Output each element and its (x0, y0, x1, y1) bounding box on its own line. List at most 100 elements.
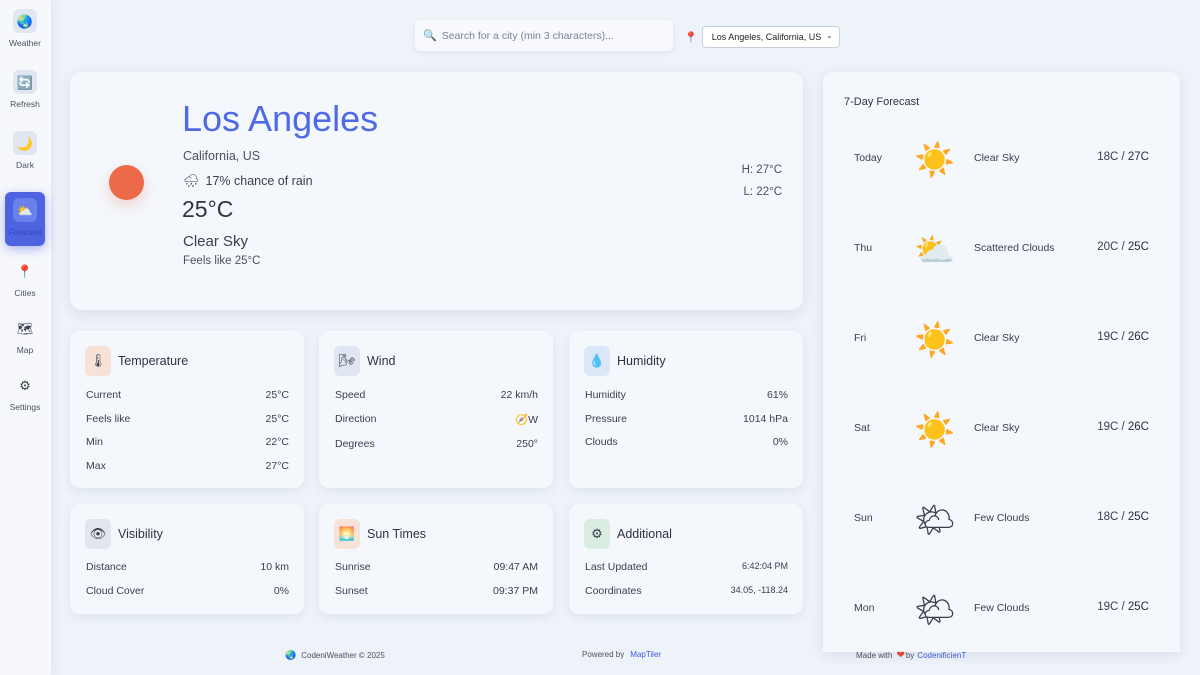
map-icon: 🗺 (16, 320, 34, 336)
search-icon: 🔍 (423, 30, 437, 42)
moon-icon: 🌙 (13, 131, 37, 155)
forecast-row[interactable]: Sat ☀️ Clear Sky 19C / 26C (823, 406, 1180, 454)
forecast-low: 18C (1097, 511, 1119, 523)
sun-cloud-icon: 🌤 (914, 501, 956, 538)
region: California, US (183, 149, 261, 163)
stat-value: 6:42:04 PM (741, 561, 788, 571)
forecast-row[interactable]: Today ☀️ Clear Sky 18C / 27C (823, 136, 1180, 184)
sidebar-item-forecast[interactable]: ⛅ Forecast (5, 192, 45, 246)
sun-cloud-icon: 🌤 (914, 591, 956, 628)
stat-value: 27°C (265, 460, 289, 472)
low-temperature: L: 22°C (743, 186, 782, 198)
stat-value: 34.05, -118.24 (730, 585, 788, 595)
stat-label: Last Updated (585, 561, 648, 573)
stat-label: Cloud Cover (86, 585, 145, 597)
forecast-condition: Few Clouds (974, 512, 1030, 524)
sidebar-item-label: Forecast (8, 227, 42, 237)
sidebar-item-refresh[interactable]: 🔄 Refresh (5, 64, 45, 120)
forecast-condition: Scattered Clouds (974, 242, 1055, 254)
sidebar-item-label: Weather (9, 38, 41, 48)
feels-like: Feels like 25°C (183, 255, 261, 267)
stat-row: Sunset 09:37 PM (335, 585, 538, 597)
search-input[interactable] (441, 29, 662, 42)
stat-label: Sunset (335, 585, 368, 597)
gear-icon: ⚙ (584, 519, 610, 549)
forecast-condition: Clear Sky (974, 332, 1020, 344)
forecast-temps: 19C / 26C (1097, 331, 1149, 343)
sidebar-item-label: Cities (14, 288, 36, 298)
maptiler-link[interactable]: MapTiler (630, 650, 661, 659)
stat-value: 61% (766, 389, 788, 401)
globe-icon: 🌏 (285, 650, 297, 660)
card-title: Wind (367, 354, 396, 368)
stat-label: Coordinates (585, 585, 642, 597)
city-name: Los Angeles (182, 98, 379, 139)
forecast-day: Fri (854, 332, 867, 344)
stat-value: 10 km (260, 561, 289, 573)
globe-icon: 🌏 (13, 9, 37, 33)
refresh-icon: 🔄 (13, 70, 37, 94)
stat-row: Degrees 250° (335, 438, 538, 450)
forecast-temps: 20C / 25C (1097, 241, 1149, 253)
location-picker: 📍 Los Angeles, California, US ⌄ (684, 26, 840, 48)
card-title: Humidity (617, 354, 666, 368)
wind-card: 🌬 Wind Speed 22 km/h Direction 🧭W Degrees 2… (319, 331, 553, 488)
author-link[interactable]: CodenificienT (917, 651, 966, 660)
stat-row: Cloud Cover 0% (86, 585, 289, 597)
sidebar-item-dark[interactable]: 🌙 Dark (5, 125, 45, 181)
forecast-day: Thu (854, 242, 873, 254)
stat-value: 09:37 PM (493, 585, 538, 597)
sidebar-item-label: Settings (9, 402, 41, 412)
forecast-row[interactable]: Mon 🌤 Few Clouds 19C / 25C (823, 586, 1180, 634)
stat-value: 09:47 AM (493, 561, 538, 573)
stat-row: Direction 🧭W (335, 413, 538, 426)
forecast-high: 25C (1127, 601, 1149, 613)
sunrise-icon: 🌅 (334, 519, 360, 549)
card-title: Temperature (118, 354, 189, 368)
humidity-card: 💧 Humidity Humidity 61% Pressure 1014 hPa … (569, 331, 803, 488)
stat-row: Coordinates 34.05, -118.24 (585, 585, 788, 597)
high-temperature: H: 27°C (741, 164, 782, 176)
forecast-row[interactable]: Sun 🌤 Few Clouds 18C / 25C (823, 496, 1180, 544)
forecast-high: 26C (1127, 421, 1149, 433)
forecast-condition: Few Clouds (974, 602, 1030, 614)
forecast-temps: 18C / 27C (1097, 151, 1149, 163)
sidebar-item-label: Map (16, 345, 34, 355)
sidebar-item-map[interactable]: 🗺 Map (5, 310, 45, 366)
forecast-title: 7-Day Forecast (844, 96, 920, 108)
forecast-low: 18C (1097, 151, 1119, 163)
rain-cloud-icon: 🌧 (183, 173, 200, 188)
footer-copyright: CodeniWeather © 2025 (301, 651, 385, 660)
sidebar: 🌏 Weather 🔄 Refresh 🌙 Dark ⛅ Forecast 📍 … (0, 0, 51, 675)
stat-row: Pressure 1014 hPa (585, 413, 788, 425)
card-title: Sun Times (367, 527, 427, 541)
current-weather-card: Los Angeles California, US 🌧 17% chance … (70, 72, 803, 310)
location-select[interactable]: Los Angeles, California, US ⌄ (701, 26, 840, 48)
stat-value: 1014 hPa (743, 413, 788, 425)
stat-label: Clouds (585, 436, 618, 448)
location-select-value: Los Angeles, California, US (711, 32, 822, 42)
stat-value: 25°C (265, 389, 289, 401)
forecast-low: 19C (1097, 601, 1119, 613)
sidebar-item-weather[interactable]: 🌏 Weather (5, 3, 45, 59)
pin-icon: 📍 (16, 263, 34, 279)
additional-card: ⚙ Additional Last Updated 6:42:04 PM Coor… (569, 504, 803, 614)
stat-label: Max (86, 460, 106, 472)
visibility-card: 👁 Visibility Distance 10 km Cloud Cover 0% (70, 504, 304, 614)
stat-row: Current 25°C (86, 389, 289, 401)
sidebar-item-settings[interactable]: ⚙ Settings (5, 367, 45, 423)
forecast-high: 26C (1127, 331, 1149, 343)
temperature-card: 🌡 Temperature Current 25°C Feels like 25°C… (70, 331, 304, 488)
stat-label: Pressure (585, 413, 628, 425)
eye-icon: 👁 (85, 519, 111, 549)
forecast-low: 19C (1097, 331, 1119, 343)
search-box: 🔍 (415, 20, 673, 51)
stat-value: 0% (273, 585, 289, 597)
sun-icon: ☀️ (914, 141, 956, 178)
forecast-row[interactable]: Thu ⛅ Scattered Clouds 20C / 25C (823, 226, 1180, 274)
sidebar-item-cities[interactable]: 📍 Cities (5, 253, 45, 309)
stat-value: 🧭W (515, 413, 538, 426)
forecast-condition: Clear Sky (974, 422, 1020, 434)
forecast-row[interactable]: Fri ☀️ Clear Sky 19C / 26C (823, 316, 1180, 364)
current-temperature: 25°C (182, 196, 234, 222)
